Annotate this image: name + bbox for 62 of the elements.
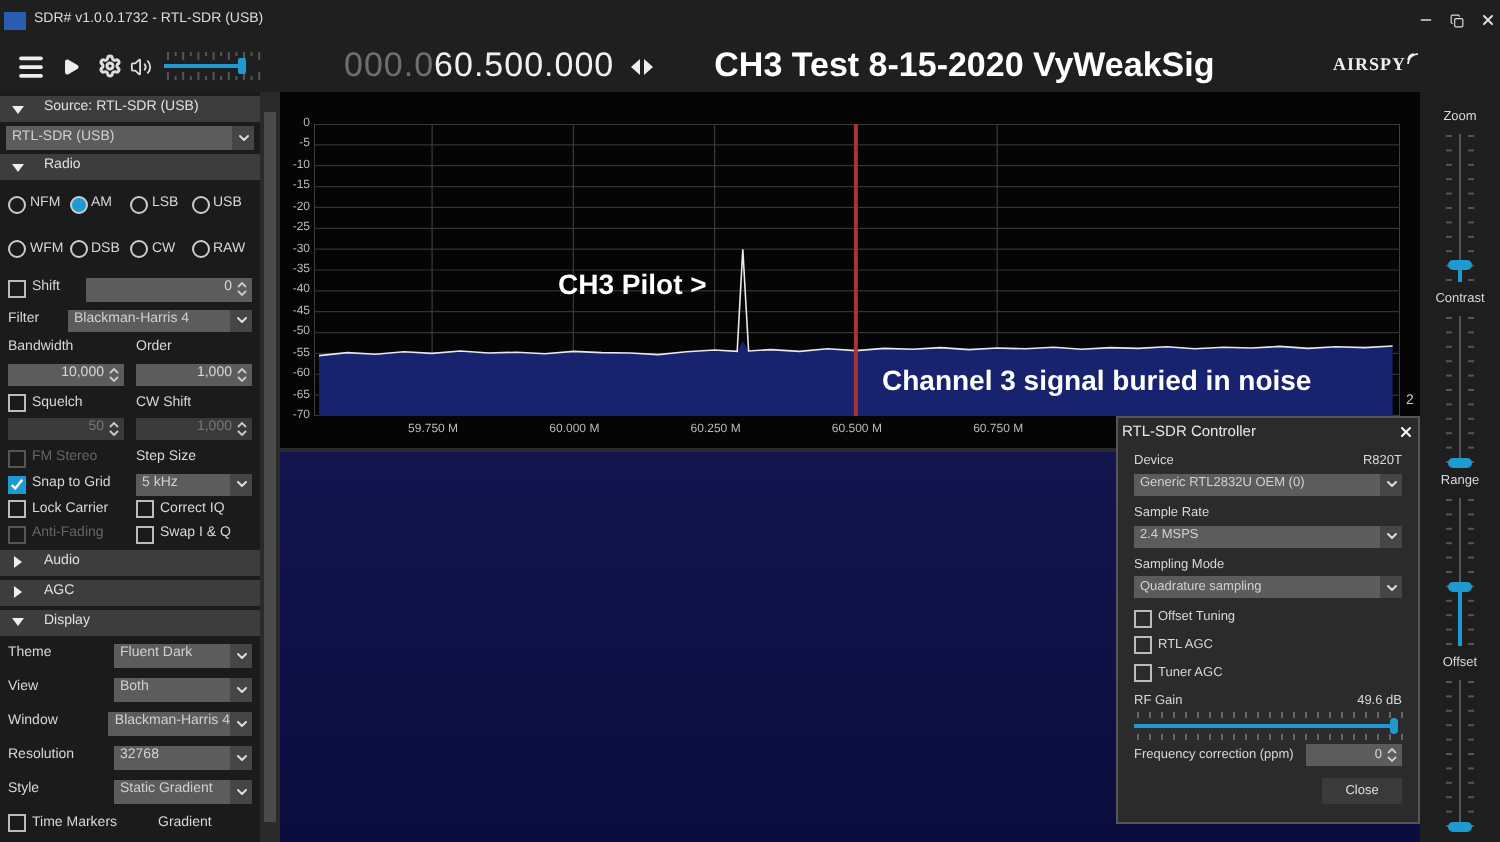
slider-thumb[interactable] bbox=[1448, 259, 1472, 270]
speaker-icon[interactable] bbox=[130, 55, 152, 77]
menu-icon[interactable] bbox=[16, 51, 46, 81]
up-down-arrows-icon bbox=[236, 280, 248, 298]
scrollbar-thumb[interactable] bbox=[264, 112, 276, 822]
vertical-slider[interactable] bbox=[1443, 310, 1476, 470]
caption-text: CH3 Test 8-15-2020 VyWeakSig bbox=[714, 44, 1215, 89]
chevron-down-icon bbox=[235, 130, 251, 146]
vertical-slider[interactable] bbox=[1444, 492, 1476, 652]
chevron-down-icon bbox=[233, 783, 249, 799]
checkbox[interactable] bbox=[8, 500, 26, 519]
chevron-down-icon bbox=[1383, 579, 1399, 596]
radio-button[interactable] bbox=[130, 195, 148, 214]
restore-icon[interactable] bbox=[1450, 13, 1464, 27]
left-right-arrows-icon[interactable] bbox=[630, 57, 655, 75]
checkbox[interactable] bbox=[1134, 609, 1152, 628]
slider-thumb[interactable] bbox=[1447, 822, 1472, 832]
annotation-text: CH3 Pilot > bbox=[558, 266, 707, 304]
chevron-down-icon bbox=[233, 681, 249, 697]
chevron-down-icon bbox=[1383, 476, 1399, 493]
chevron-down-icon bbox=[233, 647, 249, 663]
logo: AIRSPY bbox=[1332, 52, 1420, 80]
radio-button[interactable] bbox=[8, 240, 26, 259]
annotation-text: Channel 3 signal buried in noise bbox=[882, 362, 1312, 400]
radio-button[interactable] bbox=[69, 195, 87, 214]
chevron-down-icon bbox=[233, 749, 249, 765]
radio-button[interactable] bbox=[69, 240, 87, 259]
up-down-arrows-icon bbox=[1386, 746, 1398, 765]
radio-button[interactable] bbox=[130, 240, 148, 259]
checkbox[interactable] bbox=[8, 280, 26, 298]
checkbox[interactable] bbox=[8, 394, 26, 413]
chevron-down-icon bbox=[233, 476, 249, 492]
slider-thumb[interactable] bbox=[1448, 581, 1472, 592]
vertical-slider[interactable] bbox=[1444, 128, 1476, 288]
slider-thumb[interactable] bbox=[238, 58, 246, 74]
volume-slider[interactable] bbox=[164, 50, 264, 82]
radio-button[interactable] bbox=[191, 195, 209, 214]
gain-slider[interactable] bbox=[1134, 712, 1402, 741]
up-down-arrows-icon bbox=[108, 365, 120, 383]
chevron-down-icon bbox=[233, 312, 249, 328]
checkbox[interactable] bbox=[8, 475, 26, 493]
up-down-arrows-icon bbox=[108, 420, 120, 438]
play-icon[interactable] bbox=[62, 57, 80, 75]
scrollbar[interactable] bbox=[260, 92, 280, 842]
radio-button[interactable] bbox=[191, 240, 209, 259]
slider-thumb[interactable] bbox=[1390, 718, 1399, 735]
checkbox[interactable] bbox=[136, 500, 154, 519]
settings-icon[interactable] bbox=[98, 54, 122, 78]
up-down-arrows-icon bbox=[236, 365, 248, 383]
app-icon bbox=[4, 11, 26, 29]
chevron-down-icon bbox=[1383, 528, 1399, 544]
radio-button[interactable] bbox=[8, 195, 26, 214]
vertical-slider[interactable] bbox=[1443, 674, 1476, 834]
frequency-display[interactable]: 000.060.500.000 bbox=[344, 40, 615, 92]
checkbox[interactable] bbox=[1134, 664, 1152, 683]
chevron-down-icon bbox=[233, 715, 249, 731]
up-down-arrows-icon bbox=[236, 420, 248, 438]
checkbox[interactable] bbox=[136, 525, 154, 544]
slider-thumb[interactable] bbox=[1447, 458, 1472, 468]
close-icon[interactable] bbox=[1480, 12, 1496, 28]
checkbox[interactable] bbox=[8, 814, 26, 833]
checkbox[interactable] bbox=[1134, 636, 1152, 655]
